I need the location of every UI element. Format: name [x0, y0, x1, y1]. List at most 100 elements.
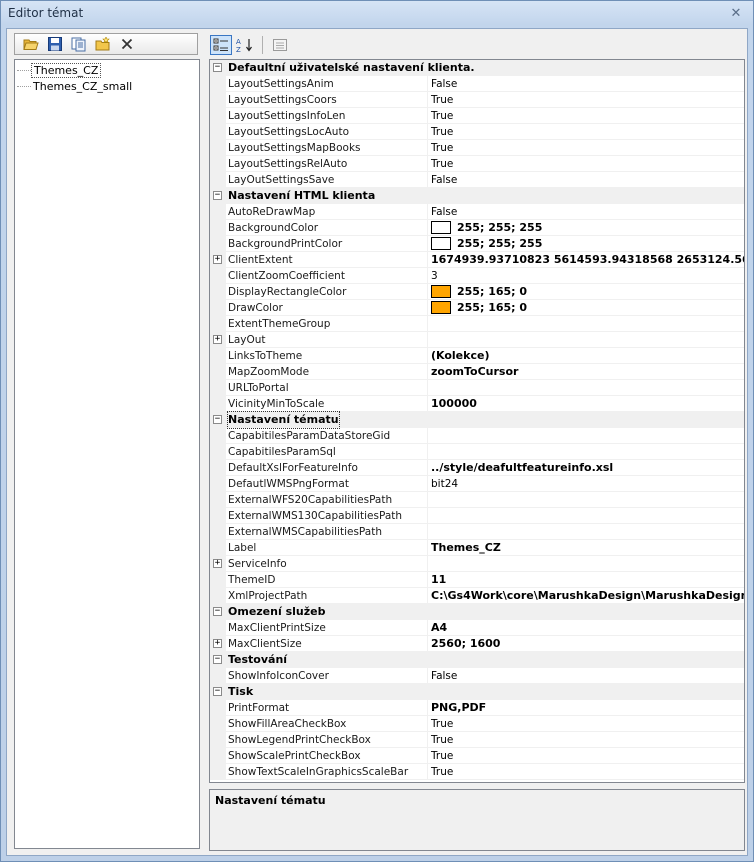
property-row[interactable]: VicinityMinToScale 100000 — [210, 396, 744, 412]
property-row[interactable]: + ClientExtent 1674939.93710823 5614593.94… — [210, 252, 744, 268]
property-row[interactable]: URLToPortal — [210, 380, 744, 396]
property-value[interactable]: 100000 — [428, 396, 744, 412]
alphabetical-button[interactable]: A Z — [234, 35, 256, 55]
property-row[interactable]: DrawColor 255; 165; 0 — [210, 300, 744, 316]
property-row[interactable]: ShowScalePrintCheckBox True — [210, 748, 744, 764]
category-row[interactable]: − Testování — [210, 652, 744, 668]
property-value[interactable] — [428, 332, 744, 348]
property-row[interactable]: LinksToTheme (Kolekce) — [210, 348, 744, 364]
property-value[interactable]: True — [428, 764, 744, 780]
close-button[interactable]: ✕ — [727, 5, 745, 21]
property-row[interactable]: AutoReDrawMap False — [210, 204, 744, 220]
property-row[interactable]: DefaultXslForFeatureInfo ../style/deafult… — [210, 460, 744, 476]
property-value[interactable] — [428, 316, 744, 332]
collapse-icon[interactable]: − — [213, 687, 222, 696]
property-value[interactable] — [428, 444, 744, 460]
property-row[interactable]: MapZoomMode zoomToCursor — [210, 364, 744, 380]
copy-button[interactable] — [69, 35, 89, 53]
category-row[interactable]: − Tisk — [210, 684, 744, 700]
property-row[interactable]: ShowTextScaleInGraphicsScaleBar True — [210, 764, 744, 780]
expand-icon[interactable]: + — [213, 255, 222, 264]
property-value[interactable]: True — [428, 140, 744, 156]
property-row[interactable]: Label Themes_CZ — [210, 540, 744, 556]
property-value[interactable] — [428, 380, 744, 396]
new-folder-button[interactable] — [93, 35, 113, 53]
property-value[interactable]: (Kolekce) — [428, 348, 744, 364]
property-value[interactable]: 255; 165; 0 — [428, 284, 744, 300]
property-row[interactable]: ExternalWMSCapabilitiesPath — [210, 524, 744, 540]
property-row[interactable]: XmlProjectPath C:\Gs4Work\core\MarushkaDe… — [210, 588, 744, 604]
property-value[interactable]: True — [428, 92, 744, 108]
property-value[interactable]: False — [428, 172, 744, 188]
property-row[interactable]: ExternalWMS130CapabilitiesPath — [210, 508, 744, 524]
property-row[interactable]: ExternalWFS20CapabilitiesPath — [210, 492, 744, 508]
property-pages-button[interactable] — [269, 35, 291, 55]
property-row[interactable]: ClientZoomCoefficient 3 — [210, 268, 744, 284]
property-row[interactable]: ShowInfoIconCover False — [210, 668, 744, 684]
property-value[interactable]: PNG,PDF — [428, 700, 744, 716]
property-value[interactable]: 1674939.93710823 5614593.94318568 265312… — [428, 252, 744, 268]
property-value[interactable]: False — [428, 204, 744, 220]
property-value[interactable]: A4 — [428, 620, 744, 636]
property-grid[interactable]: − Defaultní uživatelské nastavení klienta… — [209, 59, 745, 783]
collapse-icon[interactable]: − — [213, 415, 222, 424]
tree-item-themes-cz[interactable]: Themes_CZ — [17, 62, 102, 78]
category-row[interactable]: − Nastavení tématu — [210, 411, 744, 429]
property-value[interactable]: 2560; 1600 — [428, 636, 744, 652]
expand-icon[interactable]: + — [213, 559, 222, 568]
title-bar[interactable]: Editor témat ✕ — [1, 1, 753, 27]
property-value[interactable]: Themes_CZ — [428, 540, 744, 556]
property-value[interactable]: False — [428, 76, 744, 92]
property-row[interactable]: CapabitilesParamSql — [210, 444, 744, 460]
property-value[interactable]: 3 — [428, 268, 744, 284]
property-row[interactable]: LayoutSettingsRelAuto True — [210, 156, 744, 172]
property-value[interactable]: 11 — [428, 572, 744, 588]
property-row[interactable]: LayoutSettingsLocAuto True — [210, 124, 744, 140]
property-row[interactable]: LayOutSettingsSave False — [210, 172, 744, 188]
delete-button[interactable] — [117, 35, 137, 53]
property-value[interactable]: True — [428, 748, 744, 764]
property-row[interactable]: LayoutSettingsCoors True — [210, 92, 744, 108]
property-value[interactable] — [428, 508, 744, 524]
property-row[interactable]: + LayOut — [210, 332, 744, 348]
property-value[interactable]: True — [428, 716, 744, 732]
property-row[interactable]: DisplayRectangleColor 255; 165; 0 — [210, 284, 744, 300]
property-value[interactable]: zoomToCursor — [428, 364, 744, 380]
collapse-icon[interactable]: − — [213, 655, 222, 664]
property-value[interactable]: True — [428, 732, 744, 748]
open-button[interactable] — [21, 35, 41, 53]
property-value[interactable]: 255; 255; 255 — [428, 220, 744, 236]
property-row[interactable]: ShowLegendPrintCheckBox True — [210, 732, 744, 748]
property-value[interactable]: 255; 255; 255 — [428, 236, 744, 252]
property-row[interactable]: BackgroundPrintColor 255; 255; 255 — [210, 236, 744, 252]
category-row[interactable]: − Defaultní uživatelské nastavení klienta… — [210, 60, 744, 76]
category-row[interactable]: − Omezení služeb — [210, 604, 744, 620]
property-row[interactable]: ThemeID 11 — [210, 572, 744, 588]
collapse-icon[interactable]: − — [213, 607, 222, 616]
property-value[interactable]: ../style/deafultfeatureinfo.xsl — [428, 460, 744, 476]
property-row[interactable]: ShowFillAreaCheckBox True — [210, 716, 744, 732]
expand-icon[interactable]: + — [213, 335, 222, 344]
expand-icon[interactable]: + — [213, 639, 222, 648]
property-value[interactable] — [428, 556, 744, 572]
property-value[interactable]: True — [428, 108, 744, 124]
property-row[interactable]: PrintFormat PNG,PDF — [210, 700, 744, 716]
property-row[interactable]: + ServiceInfo — [210, 556, 744, 572]
collapse-icon[interactable]: − — [213, 63, 222, 72]
category-row[interactable]: − Nastavení HTML klienta — [210, 188, 744, 204]
property-value[interactable]: 255; 165; 0 — [428, 300, 744, 316]
property-row[interactable]: MaxClientPrintSize A4 — [210, 620, 744, 636]
property-row[interactable]: DefautlWMSPngFormat bit24 — [210, 476, 744, 492]
property-row[interactable]: BackgroundColor 255; 255; 255 — [210, 220, 744, 236]
property-value[interactable] — [428, 524, 744, 540]
property-value[interactable]: bit24 — [428, 476, 744, 492]
property-row[interactable]: + MaxClientSize 2560; 1600 — [210, 636, 744, 652]
property-row[interactable]: LayoutSettingsInfoLen True — [210, 108, 744, 124]
property-row[interactable]: LayoutSettingsAnim False — [210, 76, 744, 92]
collapse-icon[interactable]: − — [213, 191, 222, 200]
tree-item-themes-cz-small[interactable]: Themes_CZ_small — [17, 78, 134, 94]
categorized-button[interactable] — [210, 35, 232, 55]
themes-tree[interactable]: Themes_CZ Themes_CZ_small — [14, 59, 200, 849]
property-row[interactable]: ExtentThemeGroup — [210, 316, 744, 332]
property-value[interactable]: False — [428, 668, 744, 684]
